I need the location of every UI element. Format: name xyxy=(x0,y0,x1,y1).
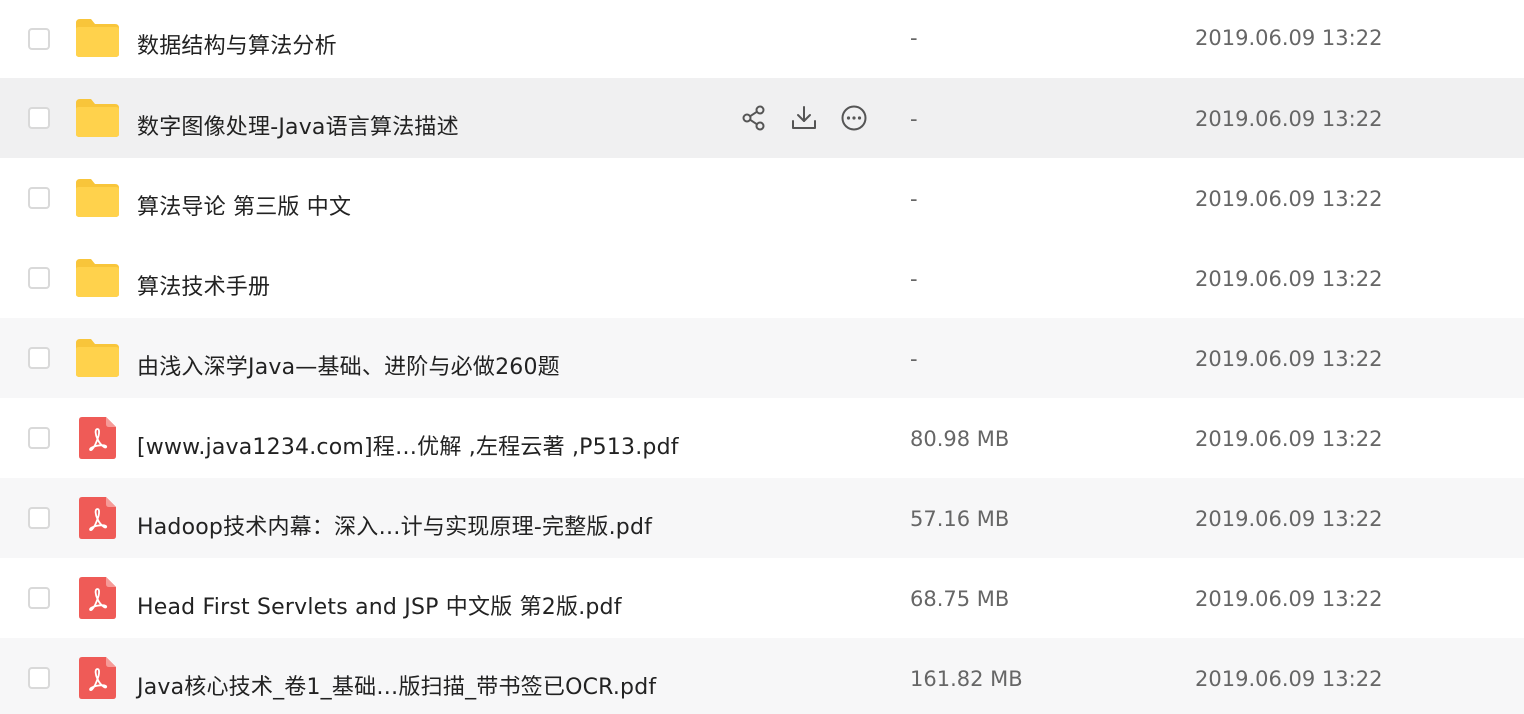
pdf-icon xyxy=(79,417,124,459)
row-checkbox[interactable] xyxy=(28,667,50,689)
file-date: 2019.06.09 13:22 xyxy=(1195,187,1383,211)
pdf-icon xyxy=(79,657,124,699)
file-size: - xyxy=(910,267,918,291)
row-checkbox[interactable] xyxy=(28,28,50,50)
file-size: - xyxy=(910,107,918,131)
file-row[interactable]: 数字图像处理-Java语言算法描述 - 2019.06.09 13:22 xyxy=(0,78,1524,158)
folder-icon xyxy=(75,98,120,138)
file-date: 2019.06.09 13:22 xyxy=(1195,26,1383,50)
file-size: - xyxy=(910,347,918,371)
row-checkbox[interactable] xyxy=(28,107,50,129)
file-date: 2019.06.09 13:22 xyxy=(1195,507,1383,531)
share-icon[interactable] xyxy=(740,104,768,132)
file-name[interactable]: 数据结构与算法分析 xyxy=(137,28,337,60)
file-row[interactable]: 数据结构与算法分析 - 2019.06.09 13:22 xyxy=(0,0,1524,80)
file-name[interactable]: [www.java1234.com]程…优解 ,左程云著 ,P513.pdf xyxy=(137,429,679,461)
file-name[interactable]: 数字图像处理-Java语言算法描述 xyxy=(137,109,459,141)
file-date: 2019.06.09 13:22 xyxy=(1195,427,1383,451)
file-size: - xyxy=(910,187,918,211)
folder-icon xyxy=(75,178,120,218)
file-name[interactable]: Hadoop技术内幕：深入…计与实现原理-完整版.pdf xyxy=(137,509,652,541)
folder-icon xyxy=(75,258,120,298)
file-name[interactable]: Head First Servlets and JSP 中文版 第2版.pdf xyxy=(137,589,622,621)
file-date: 2019.06.09 13:22 xyxy=(1195,107,1383,131)
file-name[interactable]: 算法技术手册 xyxy=(137,269,270,301)
row-checkbox[interactable] xyxy=(28,587,50,609)
file-name[interactable]: 由浅入深学Java—基础、进阶与必做260题 xyxy=(137,349,560,381)
folder-icon xyxy=(75,338,120,378)
file-row[interactable]: 算法技术手册 - 2019.06.09 13:22 xyxy=(0,238,1524,318)
file-row[interactable]: Head First Servlets and JSP 中文版 第2版.pdf … xyxy=(0,558,1524,638)
file-date: 2019.06.09 13:22 xyxy=(1195,267,1383,291)
file-row[interactable]: 算法导论 第三版 中文 - 2019.06.09 13:22 xyxy=(0,158,1524,238)
file-row[interactable]: Hadoop技术内幕：深入…计与实现原理-完整版.pdf 57.16 MB 20… xyxy=(0,478,1524,558)
file-row[interactable]: Java核心技术_卷1_基础…版扫描_带书签已OCR.pdf 161.82 MB… xyxy=(0,638,1524,714)
file-date: 2019.06.09 13:22 xyxy=(1195,587,1383,611)
file-size: 57.16 MB xyxy=(910,507,1010,531)
file-name[interactable]: 算法导论 第三版 中文 xyxy=(137,189,351,221)
file-list: 数据结构与算法分析 - 2019.06.09 13:22 数字图像处理-Java… xyxy=(0,0,1524,714)
row-checkbox[interactable] xyxy=(28,507,50,529)
file-size: 80.98 MB xyxy=(910,427,1010,451)
more-icon[interactable] xyxy=(840,104,868,132)
folder-icon xyxy=(75,18,120,58)
download-icon[interactable] xyxy=(790,104,818,132)
file-date: 2019.06.09 13:22 xyxy=(1195,667,1383,691)
file-size: 68.75 MB xyxy=(910,587,1010,611)
file-size: 161.82 MB xyxy=(910,667,1023,691)
pdf-icon xyxy=(79,577,124,619)
row-checkbox[interactable] xyxy=(28,267,50,289)
file-row[interactable]: [www.java1234.com]程…优解 ,左程云著 ,P513.pdf 8… xyxy=(0,398,1524,478)
file-row[interactable]: 由浅入深学Java—基础、进阶与必做260题 - 2019.06.09 13:2… xyxy=(0,318,1524,398)
row-actions xyxy=(740,104,870,134)
file-size: - xyxy=(910,26,918,50)
row-checkbox[interactable] xyxy=(28,347,50,369)
row-checkbox[interactable] xyxy=(28,187,50,209)
file-date: 2019.06.09 13:22 xyxy=(1195,347,1383,371)
pdf-icon xyxy=(79,497,124,539)
row-checkbox[interactable] xyxy=(28,427,50,449)
file-name[interactable]: Java核心技术_卷1_基础…版扫描_带书签已OCR.pdf xyxy=(137,669,656,701)
